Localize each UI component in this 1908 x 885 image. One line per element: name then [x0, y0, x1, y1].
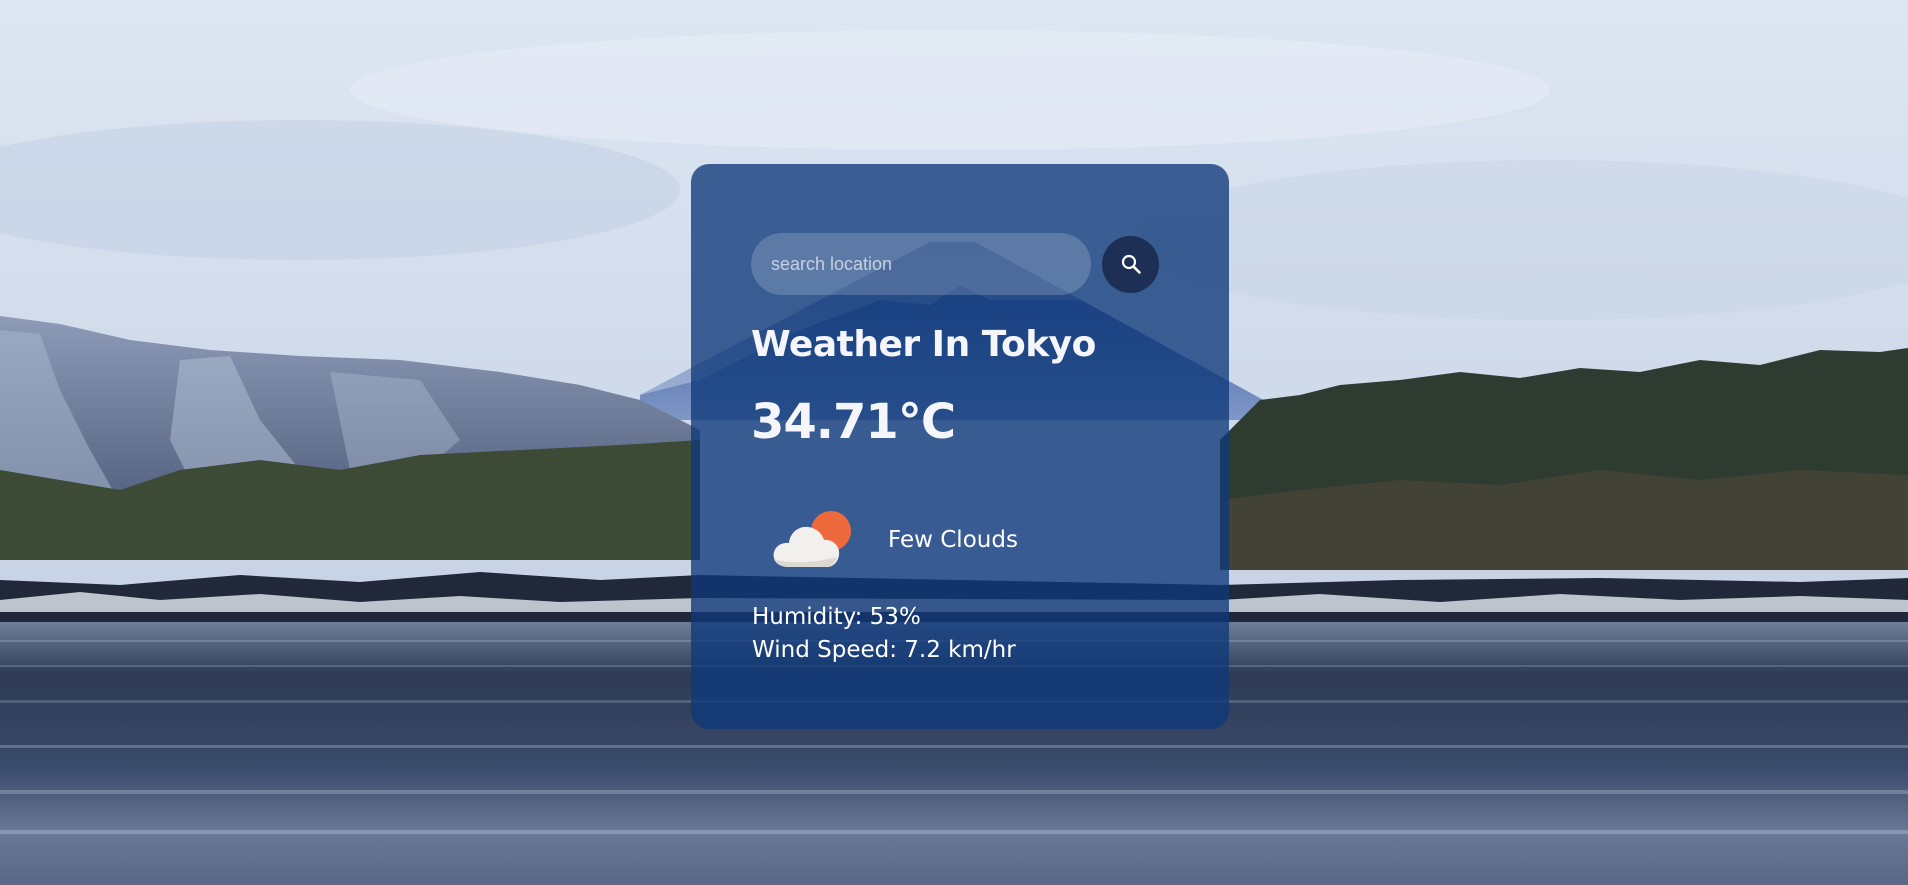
search-bar	[751, 233, 1159, 295]
search-icon	[1121, 254, 1141, 274]
weather-card: Weather In Tokyo 34.71°C Few Clouds Humi…	[691, 164, 1229, 729]
city-title: Weather In Tokyo	[751, 324, 1096, 365]
temperature: 34.71°C	[751, 394, 956, 450]
wind-speed-text: Wind Speed: 7.2 km/hr	[752, 637, 1016, 663]
search-input[interactable]	[751, 233, 1091, 295]
search-button[interactable]	[1102, 235, 1159, 293]
condition-label: Few Clouds	[888, 527, 1018, 553]
humidity-text: Humidity: 53%	[752, 604, 921, 630]
cloud-sun-icon	[773, 511, 851, 567]
weather-condition: Few Clouds	[771, 509, 1018, 571]
